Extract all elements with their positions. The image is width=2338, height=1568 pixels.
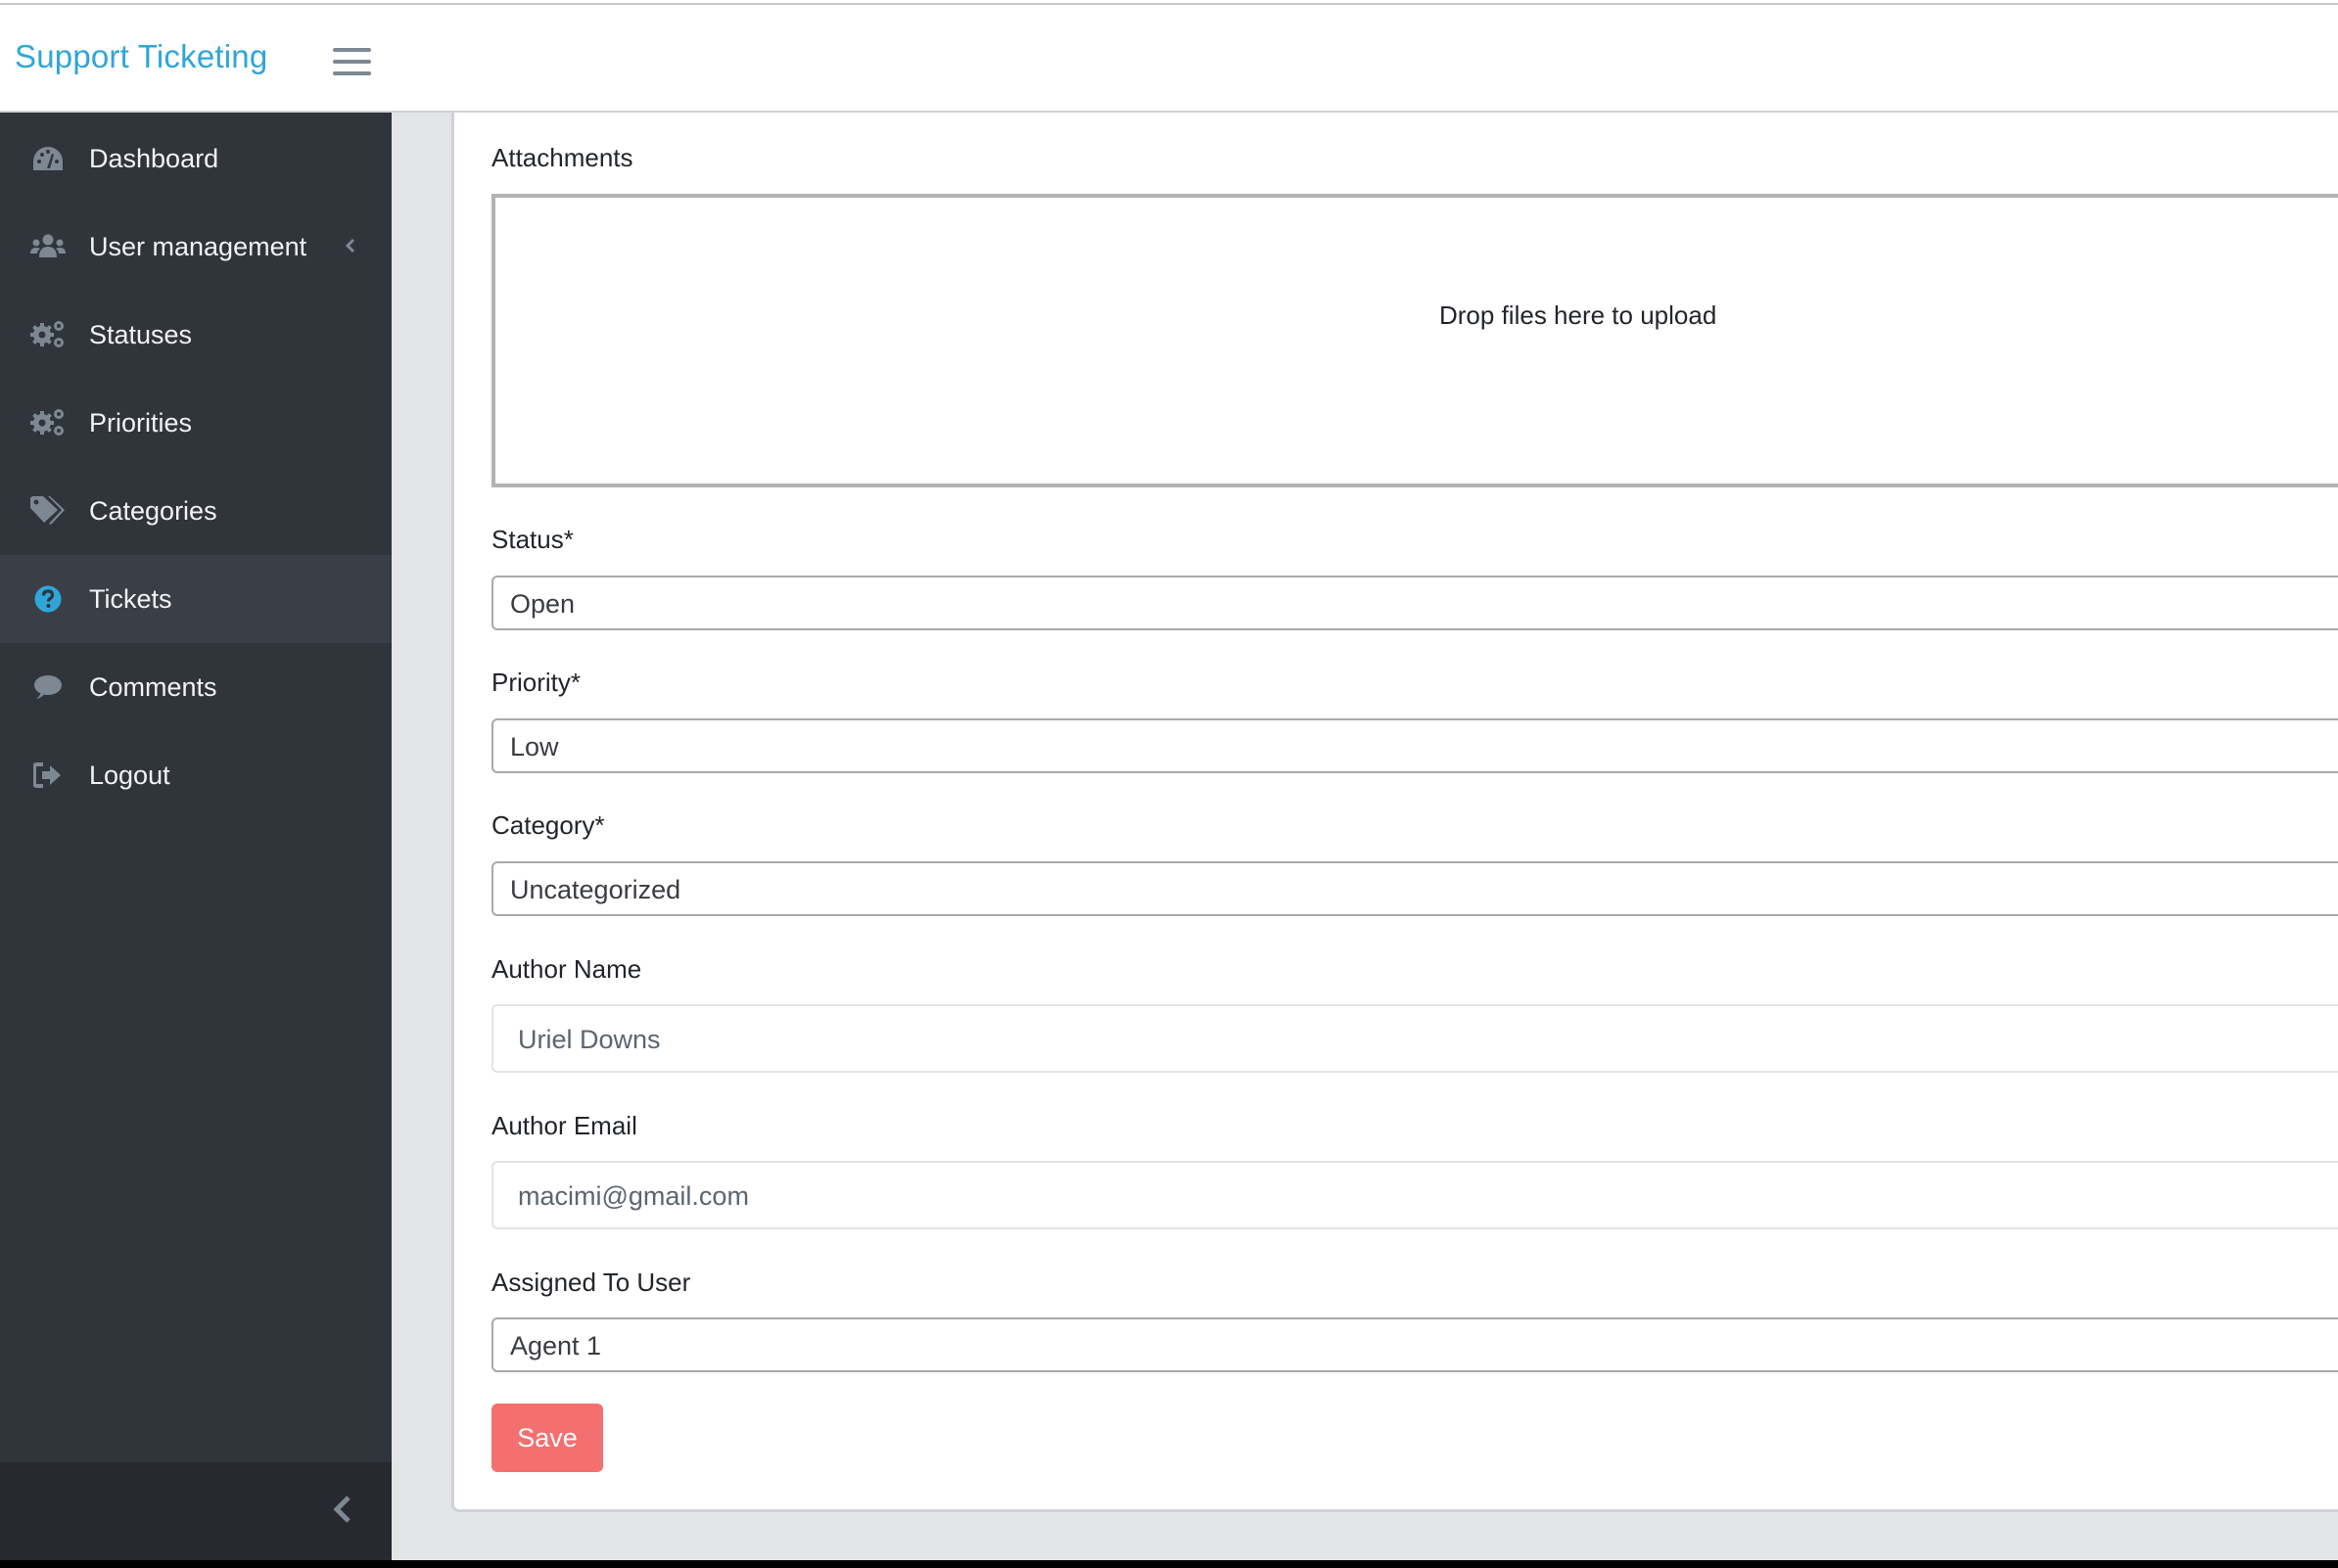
chevron-left-icon <box>345 235 356 259</box>
sidebar-item-label: Priorities <box>89 407 193 438</box>
status-select-value: Open <box>510 589 576 619</box>
sidebar-collapse-chevron-icon[interactable] <box>323 1490 362 1529</box>
users-icon <box>30 229 66 264</box>
sidebar-footer <box>0 1462 392 1560</box>
author-email-value: macimi@gmail.com <box>518 1181 749 1211</box>
dashboard-gauge-icon <box>30 141 66 176</box>
assigned-to-label: Assigned To User <box>491 1268 691 1297</box>
cogs-icon <box>30 317 66 352</box>
sidebar-item-label: Dashboard <box>89 143 219 173</box>
assigned-to-select[interactable]: Agent 1 <box>491 1317 2338 1372</box>
category-select-value: Uncategorized <box>510 875 681 904</box>
attachments-dropzone[interactable]: Drop files here to upload <box>491 194 2338 487</box>
top-navbar: Support Ticketing <box>0 5 2338 113</box>
sidebar-item-categories[interactable]: Categories <box>0 467 392 555</box>
sidebar-item-label: Comments <box>89 671 217 702</box>
window-bottom-edge <box>0 1560 2338 1568</box>
sidebar-item-tickets[interactable]: Tickets <box>0 555 392 643</box>
author-email-field[interactable]: macimi@gmail.com <box>491 1161 2338 1229</box>
sidebar-item-logout[interactable]: Logout <box>0 731 392 819</box>
sidebar-item-statuses[interactable]: Statuses <box>0 291 392 379</box>
sidebar-item-dashboard[interactable]: Dashboard <box>0 115 392 203</box>
priority-select-value: Low <box>510 732 559 761</box>
cogs-icon <box>30 405 66 440</box>
priority-select[interactable]: Low <box>491 718 2338 773</box>
sidebar-item-label: Logout <box>89 760 170 790</box>
author-name-value: Uriel Downs <box>518 1025 661 1054</box>
assigned-to-select-value: Agent 1 <box>510 1331 602 1360</box>
sidebar: Dashboard User management Statuses Prior… <box>0 113 392 1560</box>
author-name-label: Author Name <box>491 954 642 984</box>
category-label: Category* <box>491 810 605 840</box>
sidebar-item-comments[interactable]: Comments <box>0 643 392 731</box>
tags-icon <box>30 493 66 529</box>
author-email-label: Author Email <box>491 1111 637 1140</box>
dropzone-text: Drop files here to upload <box>1439 300 1717 330</box>
question-circle-icon <box>30 581 66 617</box>
sidebar-item-priorities[interactable]: Priorities <box>0 379 392 467</box>
status-select[interactable]: Open <box>491 576 2338 630</box>
sidebar-item-label: User management <box>89 231 307 261</box>
sign-out-icon <box>30 758 66 793</box>
brand-title[interactable]: Support Ticketing <box>15 38 267 75</box>
attachments-label: Attachments <box>491 143 633 172</box>
save-button[interactable]: Save <box>491 1404 603 1472</box>
sidebar-item-label: Categories <box>89 495 217 526</box>
comment-icon <box>30 669 66 705</box>
menu-toggle-icon[interactable] <box>333 46 371 77</box>
category-select[interactable]: Uncategorized <box>491 861 2338 916</box>
sidebar-item-user-management[interactable]: User management <box>0 203 392 291</box>
priority-label: Priority* <box>491 668 582 697</box>
sidebar-item-label: Tickets <box>89 583 172 614</box>
sidebar-item-label: Statuses <box>89 319 193 349</box>
author-name-field[interactable]: Uriel Downs <box>491 1004 2338 1073</box>
status-label: Status* <box>491 525 574 554</box>
